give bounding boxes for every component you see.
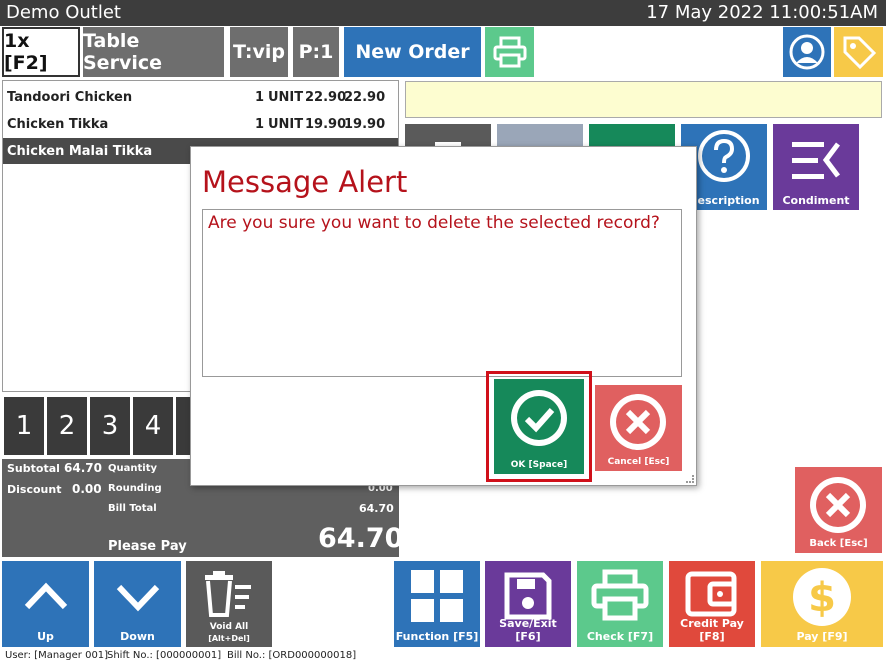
list-indent-icon xyxy=(792,142,840,179)
pay-button[interactable]: $ Pay [F9] xyxy=(761,561,883,647)
table-service-label: Table Service xyxy=(83,30,162,74)
pax-label: P:1 xyxy=(298,41,334,63)
chevron-up-icon xyxy=(24,582,68,610)
table-label: T:vip xyxy=(232,41,286,63)
new-order-button[interactable]: New Order xyxy=(344,27,481,77)
message-alert-dialog: Message Alert Are you sure you want to d… xyxy=(190,146,697,486)
discount-value: 0.00 xyxy=(72,482,102,496)
please-pay-value: 64.70 xyxy=(318,523,404,554)
datetime: 17 May 2022 11:00:51AM xyxy=(646,2,878,23)
resize-grip[interactable] xyxy=(686,475,694,483)
numpad-key-4[interactable]: 4 xyxy=(133,397,173,455)
trash-list-icon xyxy=(205,571,251,617)
cancel-label: Cancel [Esc] xyxy=(607,457,670,467)
printer-icon xyxy=(591,569,649,621)
chevron-down-icon xyxy=(116,584,160,612)
save-icon xyxy=(504,572,552,620)
condiment-label: Condiment xyxy=(782,194,850,207)
subtotal-value: 64.70 xyxy=(64,461,102,475)
pax-button[interactable]: P:1 xyxy=(293,27,339,77)
up-button[interactable]: Up xyxy=(2,561,89,647)
dollar-coin-icon: $ xyxy=(793,568,851,626)
check-circle-icon xyxy=(511,390,567,446)
list-item[interactable]: Tandoori Chicken 1 UNIT 22.90 22.90 xyxy=(3,84,398,110)
back-button[interactable]: Back [Esc] xyxy=(795,467,882,553)
tag-icon xyxy=(843,36,876,70)
printer-icon xyxy=(493,36,526,68)
print-button[interactable] xyxy=(485,27,534,77)
table-button[interactable]: T:vip xyxy=(230,27,288,77)
remark-input[interactable] xyxy=(405,81,882,118)
credit-pay-button[interactable]: Credit Pay [F8] xyxy=(669,561,755,647)
quantity-button[interactable]: 1x [F2] xyxy=(2,27,80,77)
ok-label: OK [Space] xyxy=(510,460,568,470)
numpad-key-more[interactable] xyxy=(176,397,190,455)
list-item[interactable]: Chicken Tikka 1 UNIT 19.90 19.90 xyxy=(3,111,398,137)
cancel-button[interactable]: Cancel [Esc] xyxy=(595,385,682,471)
numpad-key-3[interactable]: 3 xyxy=(90,397,130,455)
ok-button-highlight: OK [Space] xyxy=(486,371,592,482)
condiment-button[interactable]: Condiment xyxy=(773,124,859,210)
numpad-key-1[interactable]: 1 xyxy=(4,397,44,455)
user-icon xyxy=(789,34,825,70)
close-circle-icon xyxy=(610,394,666,450)
customer-button[interactable] xyxy=(783,27,831,77)
quantity-label: 1x [F2] xyxy=(4,30,48,74)
table-service-button[interactable]: Table Service xyxy=(83,27,224,77)
wallet-icon xyxy=(685,571,737,617)
dialog-title: Message Alert xyxy=(202,165,408,199)
function-button[interactable]: Function [F5] xyxy=(394,561,480,647)
bill-total-value: 64.70 xyxy=(359,502,394,515)
question-icon xyxy=(698,130,750,182)
save-exit-button[interactable]: Save/Exit [F6] xyxy=(485,561,571,647)
dialog-message: Are you sure you want to delete the sele… xyxy=(202,209,682,377)
svg-text:$: $ xyxy=(808,575,836,621)
ok-button[interactable]: OK [Space] xyxy=(494,379,584,474)
void-all-button[interactable]: Void All [Alt+Del] xyxy=(186,561,272,647)
new-order-label: New Order xyxy=(355,41,470,63)
title-bar: Demo Outlet 17 May 2022 11:00:51AM xyxy=(0,0,886,26)
tag-button[interactable] xyxy=(834,27,883,77)
numpad-key-2[interactable]: 2 xyxy=(47,397,87,455)
close-circle-icon xyxy=(810,477,866,533)
down-button[interactable]: Down xyxy=(94,561,181,647)
outlet-name: Demo Outlet xyxy=(6,2,121,23)
check-button[interactable]: Check [F7] xyxy=(577,561,663,647)
grid-icon xyxy=(411,570,463,622)
status-bar: User: [Manager 001] Shift No.: [00000000… xyxy=(5,650,357,661)
